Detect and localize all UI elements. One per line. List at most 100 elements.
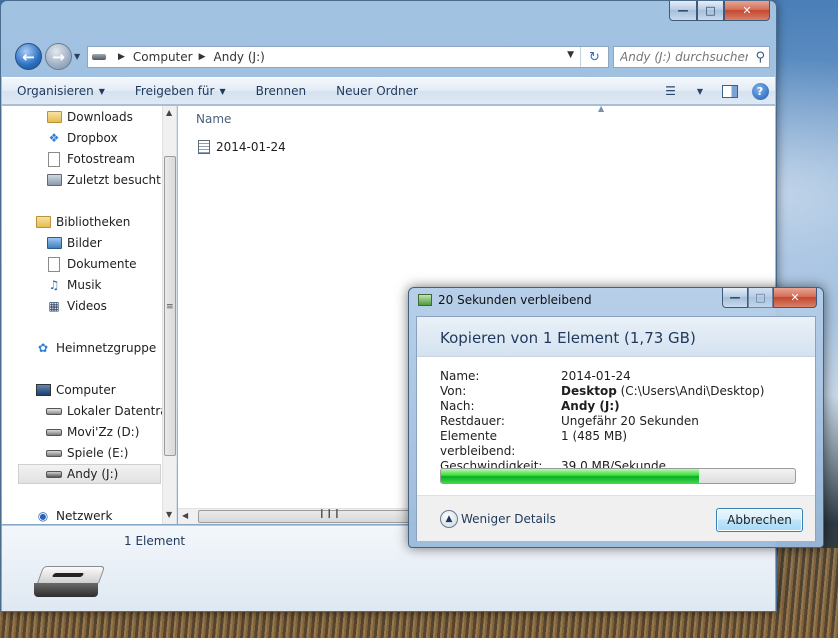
chevron-down-icon: ▼	[219, 86, 226, 96]
computer-icon	[35, 382, 51, 398]
nav-item-music[interactable]: ♫ Musik	[46, 275, 102, 295]
minimize-button[interactable]: —	[669, 1, 697, 21]
local-disk-icon	[46, 403, 62, 419]
dialog-footer: ▲ Weniger Details Abbrechen	[417, 495, 815, 541]
share-menu-button[interactable]: Freigeben für ▼	[120, 78, 241, 104]
usb-drive-icon	[46, 466, 62, 482]
homegroup-icon: ✿	[37, 341, 49, 355]
organize-menu-button[interactable]: Organisieren ▼	[2, 78, 120, 104]
copy-progress-dialog: 20 Sekunden verbleibend — □ ✕ Kopieren v…	[408, 287, 824, 548]
navigation-scrollbar[interactable]: ▲ ≡ ▼	[162, 106, 176, 524]
nav-item-pictures[interactable]: Bilder	[46, 233, 102, 253]
dialog-close-button[interactable]: ✕	[773, 288, 817, 308]
dialog-body: Kopieren von 1 Element (1,73 GB) Name: 2…	[416, 316, 816, 541]
nav-item-homegroup[interactable]: ✿ Heimnetzgruppe	[35, 338, 156, 358]
network-icon: ◉	[37, 509, 49, 523]
file-item[interactable]: 2014-01-24	[198, 140, 286, 154]
chevron-down-icon: ▼	[696, 86, 704, 96]
nav-item-local-disk[interactable]: Lokaler Datenträg	[46, 401, 175, 421]
nav-item-drive-d[interactable]: Movi'Zz (D:)	[46, 422, 139, 442]
forward-arrow-icon: →	[52, 47, 65, 66]
detail-row-to: Nach: Andy (J:)	[440, 399, 620, 413]
help-button[interactable]: ?	[745, 78, 775, 104]
drive-icon	[46, 445, 62, 461]
breadcrumb-drive[interactable]: Andy (J:)	[214, 50, 265, 64]
detail-row-name: Name: 2014-01-24	[440, 369, 631, 383]
navigation-buttons: ← → ▼	[15, 43, 80, 70]
breadcrumb-computer[interactable]: Computer	[133, 50, 193, 64]
command-bar: Organisieren ▼ Freigeben für ▼ Brennen Neu…	[2, 77, 775, 105]
refresh-button[interactable]: ↻	[580, 47, 608, 67]
back-button[interactable]: ←	[15, 43, 42, 70]
dialog-minimize-button[interactable]: —	[722, 288, 748, 308]
dialog-titlebar: 20 Sekunden verbleibend — □ ✕	[409, 288, 823, 312]
dialog-maximize-button: □	[748, 288, 773, 308]
address-history-dropdown[interactable]: ▼	[567, 50, 574, 60]
music-icon: ♫	[48, 278, 60, 292]
destination-link[interactable]: Andy (J:)	[561, 399, 620, 413]
detail-row-from: Von: Desktop (C:\Users\Andi\Desktop)	[440, 384, 765, 398]
nav-item-drive-j[interactable]: Andy (J:)	[18, 464, 161, 484]
sort-ascending-icon: ▲	[598, 104, 605, 113]
view-options-dropdown[interactable]: ▼	[685, 78, 715, 104]
scroll-down-icon[interactable]: ▼	[166, 510, 172, 519]
scroll-grip-icon: ❙❙❙	[318, 509, 341, 519]
search-input[interactable]	[620, 50, 748, 64]
forward-button[interactable]: →	[45, 43, 72, 70]
dialog-caption-buttons: — □ ✕	[722, 288, 817, 308]
scroll-up-icon[interactable]: ▲	[166, 108, 172, 117]
navigation-pane: Downloads ❖ Dropbox Fotostream Zuletzt be…	[2, 106, 177, 524]
search-icon[interactable]: ⚲	[755, 50, 765, 65]
chevron-right-icon[interactable]: ▶	[199, 52, 206, 62]
scroll-left-icon[interactable]: ◀	[182, 511, 188, 520]
scroll-grip-icon: ≡	[166, 302, 174, 312]
burn-button[interactable]: Brennen	[241, 78, 321, 104]
search-box: ⚲	[613, 46, 770, 68]
maximize-button[interactable]: □	[697, 1, 724, 21]
preview-pane-icon	[722, 84, 738, 98]
pictures-icon	[46, 235, 62, 251]
copy-details: Name: 2014-01-24 Von: Desktop (C:\Users\…	[440, 369, 764, 474]
chevron-down-icon: ▼	[98, 86, 105, 96]
change-view-button[interactable]: ☰	[655, 78, 685, 104]
file-name: 2014-01-24	[216, 140, 286, 154]
chevron-right-icon[interactable]: ▶	[118, 52, 125, 62]
drive-icon	[46, 424, 62, 440]
close-button[interactable]: ✕	[724, 1, 770, 21]
copy-icon	[418, 294, 432, 306]
dialog-heading: Kopieren von 1 Element (1,73 GB)	[417, 317, 815, 357]
cancel-button[interactable]: Abbrechen	[716, 508, 803, 532]
preview-pane-button[interactable]	[715, 78, 745, 104]
refresh-icon: ↻	[589, 49, 600, 65]
drive-icon	[92, 54, 106, 60]
nav-item-videos[interactable]: ▦ Videos	[46, 296, 107, 316]
dropbox-icon: ❖	[48, 131, 60, 145]
nav-item-libraries[interactable]: Bibliotheken	[35, 212, 130, 232]
nav-item-documents[interactable]: Dokumente	[46, 254, 137, 274]
back-arrow-icon: ←	[22, 47, 35, 66]
window-caption-buttons: — □ ✕	[669, 1, 770, 21]
documents-icon	[46, 256, 62, 272]
source-link[interactable]: Desktop	[561, 384, 617, 398]
help-icon: ?	[751, 82, 769, 100]
nav-item-dropbox[interactable]: ❖ Dropbox	[46, 128, 118, 148]
nav-item-recent[interactable]: Zuletzt besucht	[46, 170, 161, 190]
new-folder-button[interactable]: Neuer Ordner	[321, 78, 433, 104]
column-header-name[interactable]: Name	[196, 112, 231, 126]
file-icon	[198, 140, 210, 154]
nav-item-fotostream[interactable]: Fotostream	[46, 149, 135, 169]
recent-pages-dropdown[interactable]: ▼	[74, 52, 80, 61]
nav-item-downloads[interactable]: Downloads	[46, 107, 133, 127]
address-bar[interactable]: ▶ Computer ▶ Andy (J:) ▼ ↻	[87, 46, 609, 68]
dialog-title: 20 Sekunden verbleibend	[438, 293, 592, 307]
fewer-details-button[interactable]: ▲ Weniger Details	[440, 510, 556, 528]
item-count: 1 Element	[124, 534, 186, 548]
nav-item-drive-e[interactable]: Spiele (E:)	[46, 443, 128, 463]
copy-progress-bar	[440, 468, 796, 484]
nav-item-computer[interactable]: Computer	[35, 380, 116, 400]
progress-fill	[441, 469, 700, 483]
recent-places-icon	[46, 172, 62, 188]
view-options-icon: ☰	[665, 84, 676, 98]
detail-row-items-remaining: Elemente verbleibend: 1 (485 MB)	[440, 429, 628, 458]
nav-item-network[interactable]: ◉ Netzwerk	[35, 506, 113, 524]
